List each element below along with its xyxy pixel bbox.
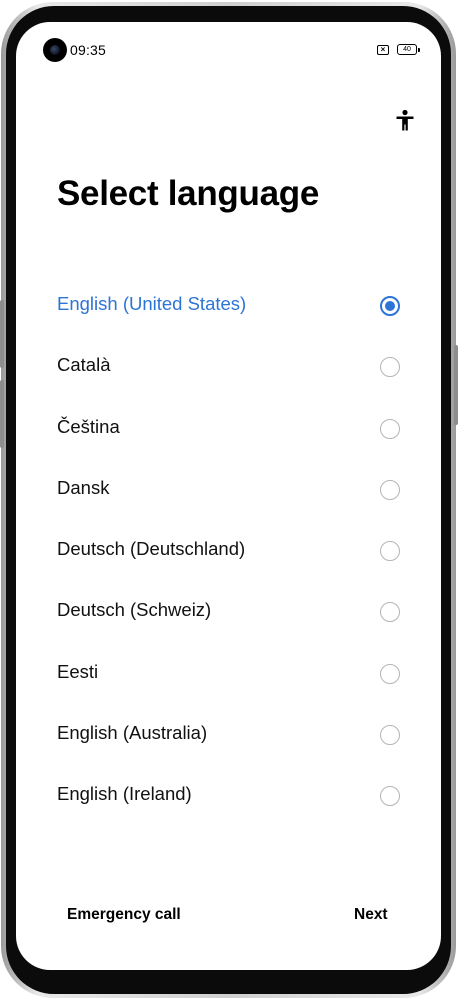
footer: Emergency call Next xyxy=(16,902,441,932)
battery-level: 40 xyxy=(403,46,411,53)
language-label: Dansk xyxy=(57,476,110,498)
language-item-english-ireland[interactable]: English (Ireland) xyxy=(16,765,441,826)
radio-selected[interactable] xyxy=(380,296,400,316)
volume-button-lower xyxy=(0,380,4,448)
radio-unselected[interactable] xyxy=(380,602,400,623)
emergency-call-button[interactable]: Emergency call xyxy=(67,906,181,924)
status-bar: 09:35 × 40 xyxy=(16,22,441,72)
language-label: Deutsch (Deutschland) xyxy=(57,538,246,560)
front-camera xyxy=(43,38,67,62)
language-item-english-australia[interactable]: English (Australia) xyxy=(16,704,441,765)
radio-unselected[interactable] xyxy=(380,418,400,439)
sim-off-icon: × xyxy=(377,45,389,55)
language-label: English (Ireland) xyxy=(57,783,192,805)
accessibility-button[interactable] xyxy=(390,106,420,136)
language-label: Eesti xyxy=(57,660,99,682)
volume-button xyxy=(0,300,4,368)
language-label: Deutsch (Schweiz) xyxy=(57,599,212,621)
language-item-deutsch-schweiz[interactable]: Deutsch (Schweiz) xyxy=(16,581,441,642)
power-button xyxy=(454,345,458,425)
next-button[interactable]: Next xyxy=(354,906,388,924)
language-item-deutsch-deutschland[interactable]: Deutsch (Deutschland) xyxy=(16,520,441,581)
language-item-eesti[interactable]: Eesti xyxy=(16,643,441,704)
language-item-english-us[interactable]: English (United States) xyxy=(16,275,441,336)
accessibility-icon xyxy=(396,109,414,131)
battery-icon: 40 xyxy=(397,44,420,55)
language-label: Čeština xyxy=(57,415,120,437)
language-item-cestina[interactable]: Čeština xyxy=(16,398,441,459)
radio-unselected[interactable] xyxy=(380,479,400,500)
language-label: English (Australia) xyxy=(57,722,208,744)
radio-unselected[interactable] xyxy=(380,357,400,378)
language-list: English (United States) Català Čeština D… xyxy=(16,275,441,827)
screen: 09:35 × 40 Select language English (Unit… xyxy=(16,22,441,970)
status-time: 09:35 xyxy=(70,42,107,58)
language-label: English (United States) xyxy=(57,293,247,314)
radio-unselected[interactable] xyxy=(380,541,400,562)
radio-unselected[interactable] xyxy=(380,663,400,684)
page-title: Select language xyxy=(57,174,319,213)
language-item-dansk[interactable]: Dansk xyxy=(16,459,441,520)
language-item-catala[interactable]: Català xyxy=(16,336,441,397)
radio-unselected[interactable] xyxy=(380,725,400,746)
language-label: Català xyxy=(57,354,111,376)
radio-unselected[interactable] xyxy=(380,786,400,807)
